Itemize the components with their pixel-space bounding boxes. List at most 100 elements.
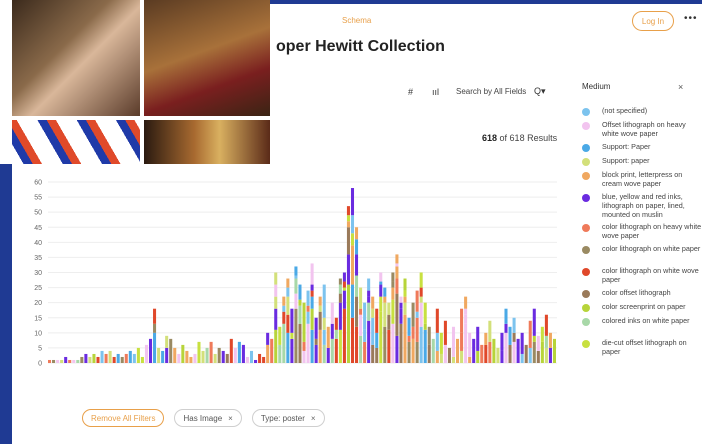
- bar-segment[interactable]: [419, 287, 423, 297]
- bar-segment[interactable]: [395, 335, 399, 363]
- bar-segment[interactable]: [544, 314, 548, 336]
- bar-segment[interactable]: [540, 326, 544, 342]
- bar-segment[interactable]: [318, 296, 322, 306]
- bar-segment[interactable]: [310, 284, 314, 291]
- bar-segment[interactable]: [229, 338, 233, 363]
- bar-segment[interactable]: [415, 311, 419, 318]
- bar-segment[interactable]: [375, 308, 379, 333]
- legend-item[interactable]: colored inks on white paper: [582, 316, 702, 338]
- bar-segment[interactable]: [294, 275, 298, 279]
- close-icon[interactable]: ×: [678, 82, 683, 92]
- bar-segment[interactable]: [185, 350, 189, 363]
- bar-segment[interactable]: [322, 329, 326, 345]
- bar-segment[interactable]: [504, 308, 508, 324]
- bar-chart-icon[interactable]: ııl: [432, 87, 439, 97]
- bar-segment[interactable]: [189, 356, 193, 363]
- bar-segment[interactable]: [419, 326, 423, 363]
- bar-segment[interactable]: [395, 278, 399, 294]
- bar-segment[interactable]: [355, 275, 359, 297]
- bar-segment[interactable]: [464, 308, 468, 315]
- bar-segment[interactable]: [169, 338, 173, 363]
- bar-segment[interactable]: [367, 278, 371, 291]
- close-icon[interactable]: ×: [228, 414, 233, 423]
- bar-segment[interactable]: [371, 296, 375, 309]
- bar-segment[interactable]: [415, 317, 419, 342]
- bar-segment[interactable]: [350, 233, 355, 246]
- bar-segment[interactable]: [274, 296, 278, 309]
- bar-segment[interactable]: [528, 320, 532, 348]
- bar-segment[interactable]: [342, 272, 346, 282]
- bar-segment[interactable]: [314, 344, 318, 363]
- bar-segment[interactable]: [399, 323, 403, 363]
- bar-segment[interactable]: [468, 332, 472, 357]
- bar-segment[interactable]: [456, 338, 460, 363]
- bar-segment[interactable]: [359, 335, 363, 363]
- bar-segment[interactable]: [330, 323, 334, 339]
- bar-segment[interactable]: [249, 350, 254, 363]
- bar-segment[interactable]: [306, 290, 310, 306]
- bar-segment[interactable]: [350, 215, 355, 234]
- login-button[interactable]: Log In: [632, 11, 674, 31]
- bar-segment[interactable]: [435, 308, 439, 333]
- hash-icon[interactable]: #: [408, 87, 413, 97]
- bar-segment[interactable]: [334, 317, 338, 330]
- bar-segment[interactable]: [532, 335, 536, 342]
- bar-segment[interactable]: [419, 302, 423, 327]
- bar-segment[interactable]: [431, 338, 435, 363]
- bar-segment[interactable]: [201, 350, 205, 363]
- bar-segment[interactable]: [512, 317, 516, 333]
- bar-segment[interactable]: [322, 317, 326, 330]
- bar-segment[interactable]: [379, 284, 383, 297]
- bar-segment[interactable]: [399, 296, 403, 303]
- bar-segment[interactable]: [165, 335, 169, 348]
- thumbnail-image[interactable]: [12, 120, 140, 164]
- bar-segment[interactable]: [346, 254, 350, 285]
- bar-segment[interactable]: [532, 308, 536, 336]
- bar-segment[interactable]: [274, 308, 278, 330]
- bar-segment[interactable]: [161, 350, 165, 363]
- bar-segment[interactable]: [205, 347, 209, 363]
- bar-segment[interactable]: [330, 338, 334, 363]
- bar-segment[interactable]: [80, 356, 84, 363]
- bar-segment[interactable]: [407, 317, 411, 336]
- bar-segment[interactable]: [278, 344, 282, 363]
- bar-segment[interactable]: [318, 305, 322, 312]
- bar-segment[interactable]: [346, 284, 350, 363]
- bar-segment[interactable]: [92, 353, 96, 363]
- bar-segment[interactable]: [298, 299, 302, 306]
- bar-segment[interactable]: [443, 320, 447, 345]
- bar-segment[interactable]: [148, 338, 153, 363]
- bar-segment[interactable]: [144, 344, 148, 363]
- bar-segment[interactable]: [294, 266, 298, 276]
- bar-segment[interactable]: [460, 350, 464, 363]
- bar-segment[interactable]: [500, 350, 504, 363]
- bar-segment[interactable]: [355, 326, 359, 363]
- bar-segment[interactable]: [346, 215, 350, 222]
- bar-segment[interactable]: [266, 332, 270, 345]
- bar-segment[interactable]: [104, 353, 108, 363]
- bar-segment[interactable]: [363, 341, 367, 363]
- bar-segment[interactable]: [350, 245, 355, 285]
- bar-segment[interactable]: [451, 356, 456, 363]
- bar-segment[interactable]: [286, 287, 290, 297]
- bar-segment[interactable]: [233, 347, 237, 363]
- bar-segment[interactable]: [407, 335, 411, 342]
- filter-chip-type-poster[interactable]: Type: poster ×: [251, 409, 325, 427]
- bar-segment[interactable]: [64, 356, 68, 363]
- bar-segment[interactable]: [460, 332, 464, 351]
- bar-segment[interactable]: [181, 344, 185, 363]
- bar-segment[interactable]: [302, 302, 306, 342]
- bar-segment[interactable]: [350, 317, 355, 363]
- bar-segment[interactable]: [496, 347, 500, 363]
- bar-segment[interactable]: [76, 359, 80, 363]
- bar-segment[interactable]: [355, 239, 359, 255]
- bar-segment[interactable]: [427, 326, 431, 345]
- thumbnail-image[interactable]: [144, 0, 270, 116]
- bar-segment[interactable]: [290, 332, 294, 339]
- bar-segment[interactable]: [536, 335, 540, 351]
- bar-segment[interactable]: [391, 323, 395, 363]
- bar-segment[interactable]: [302, 341, 306, 351]
- bar-segment[interactable]: [165, 347, 169, 363]
- bar-segment[interactable]: [387, 302, 391, 315]
- bar-segment[interactable]: [423, 329, 427, 363]
